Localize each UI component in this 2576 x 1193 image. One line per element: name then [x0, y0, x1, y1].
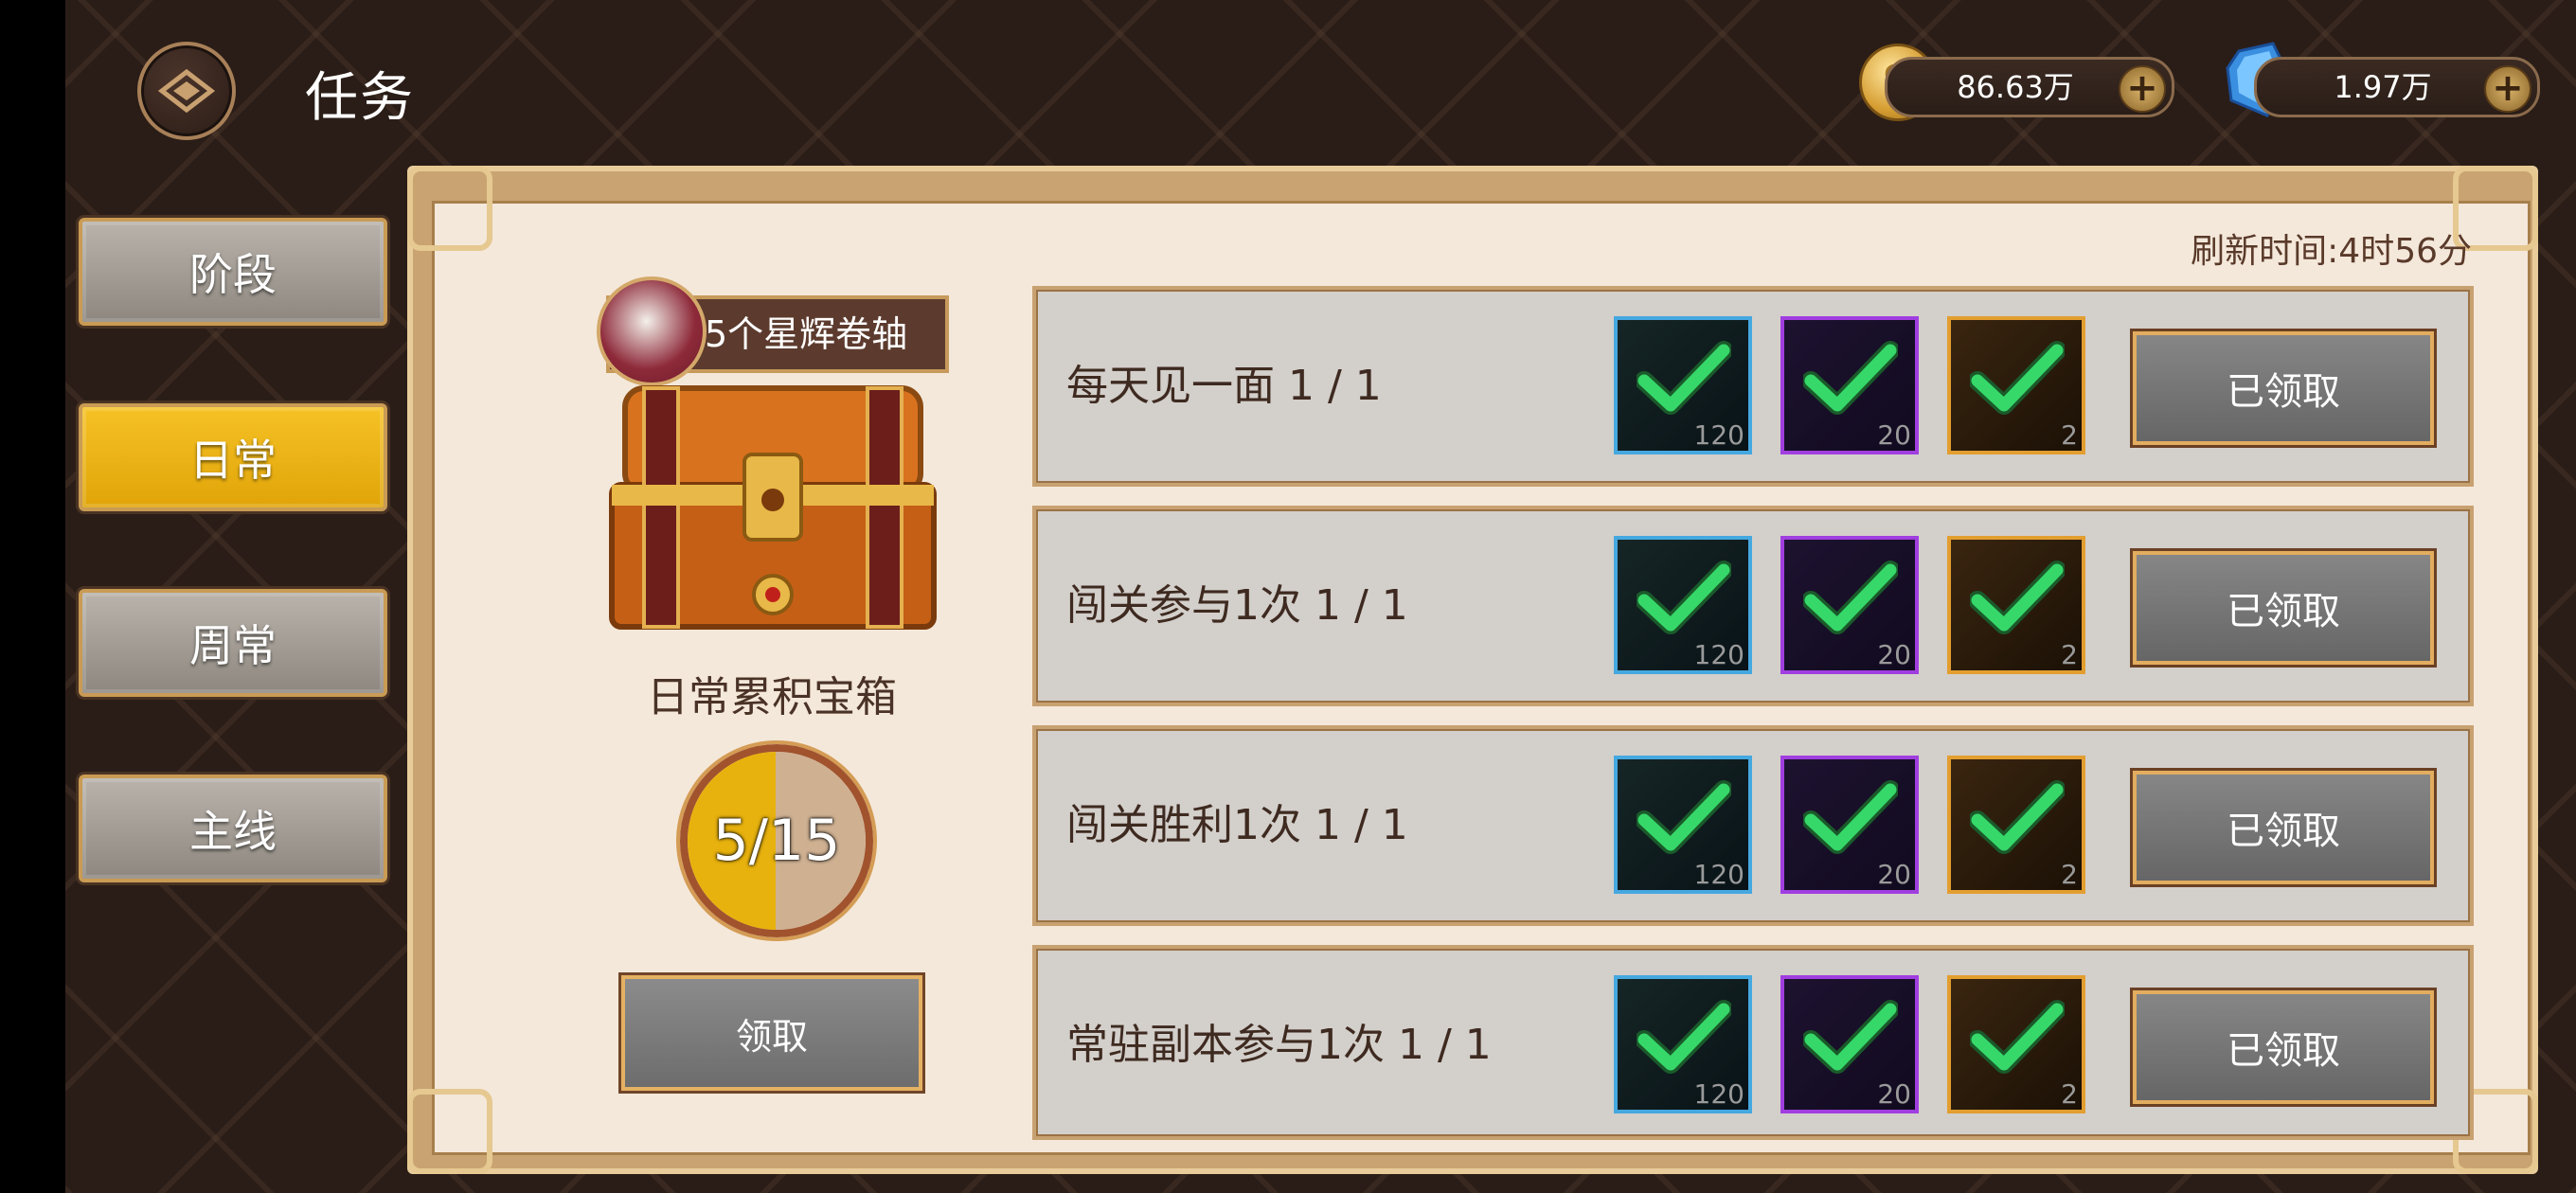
reward-item[interactable]: 120: [1614, 756, 1752, 894]
check-icon: [1803, 780, 1898, 854]
reward-item[interactable]: 2: [1947, 536, 2085, 674]
check-icon: [1970, 341, 2065, 415]
reward-quantity: 120: [1693, 859, 1744, 890]
tab-weekly[interactable]: 周常: [79, 589, 387, 697]
frame-corner: [407, 166, 492, 251]
reward-quantity: 2: [2061, 639, 2078, 670]
quest-row: 闯关参与1次 1 / 1 120 20 2 已领取: [1032, 506, 2474, 706]
reward-item[interactable]: 20: [1780, 536, 1919, 674]
tab-stage[interactable]: 阶段: [79, 218, 387, 326]
scroll-icon: [597, 276, 707, 386]
reward-quantity: 2: [2061, 419, 2078, 451]
add-gem-button[interactable]: +: [2484, 65, 2531, 113]
reward-quantity: 20: [1877, 859, 1911, 890]
gem-amount: 1.97万: [2334, 69, 2432, 105]
reward-item[interactable]: 120: [1614, 316, 1752, 454]
chest-progress-ring: 5/15: [680, 744, 873, 937]
reward-item[interactable]: 120: [1614, 975, 1752, 1113]
back-button[interactable]: [137, 42, 236, 140]
quest-name: 常驻副本参与1次 1 / 1: [1066, 1021, 1492, 1069]
reward-quantity: 120: [1693, 639, 1744, 670]
check-icon: [1637, 780, 1731, 854]
reward-item[interactable]: 20: [1780, 975, 1919, 1113]
progress-text: 5/15: [712, 808, 841, 874]
claimed-button[interactable]: 已领取: [2133, 551, 2434, 665]
quest-name: 闯关参与1次 1 / 1: [1066, 581, 1408, 630]
chest-title: 日常累积宝箱: [647, 673, 897, 721]
frame-corner: [407, 1089, 492, 1174]
refresh-timer: 刷新时间:4时56分: [2191, 232, 2472, 271]
reward-quantity: 2: [2061, 859, 2078, 890]
check-icon: [1803, 341, 1898, 415]
quest-row: 常驻副本参与1次 1 / 1 120 20 2 已领取: [1032, 945, 2474, 1140]
check-icon: [1970, 1000, 2065, 1074]
tab-main[interactable]: 主线: [79, 775, 387, 882]
quest-name: 闯关胜利1次 1 / 1: [1066, 801, 1408, 849]
add-gold-button[interactable]: +: [2119, 65, 2166, 113]
reward-quantity: 20: [1877, 639, 1911, 670]
reward-quantity: 20: [1877, 419, 1911, 451]
gold-counter: 86.63万 +: [1885, 57, 2174, 117]
check-icon: [1637, 1000, 1731, 1074]
reward-item[interactable]: 2: [1947, 975, 2085, 1113]
reward-quantity: 120: [1693, 1078, 1744, 1110]
claim-chest-button[interactable]: 领取: [621, 975, 922, 1091]
claimed-button[interactable]: 已领取: [2133, 331, 2434, 445]
reward-item[interactable]: 20: [1780, 316, 1919, 454]
reward-quantity: 120: [1693, 419, 1744, 451]
check-icon: [1803, 561, 1898, 634]
check-icon: [1970, 780, 2065, 854]
treasure-chest-icon: [609, 385, 937, 630]
claimed-button[interactable]: 已领取: [2133, 990, 2434, 1104]
screen-edge: [0, 0, 65, 1193]
quest-row: 每天见一面 1 / 1 120 20 2 已领取: [1032, 286, 2474, 487]
quest-name: 每天见一面 1 / 1: [1066, 362, 1382, 410]
tab-daily[interactable]: 日常: [79, 403, 387, 511]
claimed-button[interactable]: 已领取: [2133, 771, 2434, 884]
check-icon: [1637, 341, 1731, 415]
gem-counter: 1.97万 +: [2254, 57, 2540, 117]
check-icon: [1637, 561, 1731, 634]
check-icon: [1970, 561, 2065, 634]
reward-quantity: 20: [1877, 1078, 1911, 1110]
check-icon: [1803, 1000, 1898, 1074]
page-title: 任务: [305, 67, 415, 129]
gold-amount: 86.63万: [1957, 69, 2074, 105]
reward-quantity: 2: [2061, 1078, 2078, 1110]
reward-item[interactable]: 120: [1614, 536, 1752, 674]
quest-row: 闯关胜利1次 1 / 1 120 20 2 已领取: [1032, 725, 2474, 926]
reward-item[interactable]: 2: [1947, 756, 2085, 894]
reward-item[interactable]: 20: [1780, 756, 1919, 894]
reward-item[interactable]: 2: [1947, 316, 2085, 454]
back-arrow-icon: [157, 68, 216, 114]
